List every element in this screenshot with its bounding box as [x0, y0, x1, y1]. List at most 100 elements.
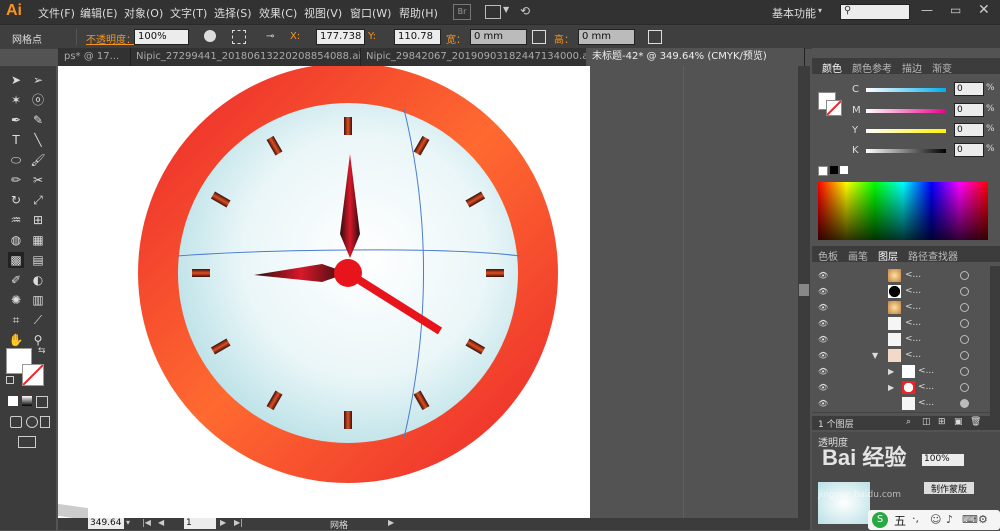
- tab-layers[interactable]: 图层: [878, 248, 898, 263]
- none-swatch[interactable]: [818, 166, 828, 176]
- vertical-scrollbar[interactable]: [798, 66, 810, 518]
- curvature-tool-icon[interactable]: ✎: [30, 112, 46, 128]
- slice-tool-icon[interactable]: ⟋: [30, 312, 46, 328]
- scroll-thumb[interactable]: [799, 284, 809, 296]
- none-mode-icon[interactable]: [36, 396, 48, 408]
- eye-icon[interactable]: 👁: [818, 351, 828, 360]
- height-field[interactable]: 0 mm: [578, 29, 635, 45]
- opacity-field[interactable]: 100%: [134, 29, 189, 45]
- recolor-icon[interactable]: [204, 30, 216, 42]
- menu-file[interactable]: 文件(F): [38, 5, 75, 21]
- gradient-mode-icon[interactable]: [22, 396, 32, 406]
- status-arrow-icon[interactable]: ▶: [388, 518, 394, 527]
- tab-document-1[interactable]: ps* @ 17...: [58, 48, 131, 66]
- ime-emoji-icon[interactable]: ☺: [930, 513, 941, 526]
- new-sublayer-icon[interactable]: ⊞: [938, 417, 946, 427]
- draw-normal-icon[interactable]: [10, 416, 22, 428]
- expand-down-icon[interactable]: ▼: [872, 351, 878, 360]
- layer-row[interactable]: 👁 ▼ <...: [812, 348, 990, 365]
- tab-pathfinder[interactable]: 路径查找器: [908, 248, 958, 263]
- color-mode-icon[interactable]: [8, 396, 18, 406]
- search-input[interactable]: ⚲: [840, 4, 910, 20]
- menu-edit[interactable]: 编辑(E): [80, 5, 118, 21]
- bridge-button[interactable]: Br: [453, 4, 471, 20]
- stroke-swatch[interactable]: [22, 364, 44, 386]
- slider-c[interactable]: [866, 88, 946, 92]
- workspace-chevron-icon[interactable]: ▾: [818, 6, 822, 15]
- ellipse-tool-icon[interactable]: ⬭: [8, 152, 24, 168]
- anchor-point-icon[interactable]: ⊸: [266, 31, 274, 42]
- ime-logo-icon[interactable]: S: [872, 512, 888, 528]
- target-icon[interactable]: [960, 271, 969, 280]
- canvas[interactable]: [58, 66, 798, 518]
- ime-voice-icon[interactable]: ♪: [946, 513, 953, 526]
- arrange-documents-icon[interactable]: [485, 5, 501, 19]
- menu-type[interactable]: 文字(T): [170, 5, 207, 21]
- shape-builder-tool-icon[interactable]: ◍: [8, 232, 24, 248]
- locate-object-icon[interactable]: ⌕: [906, 417, 911, 427]
- close-icon[interactable]: ✕: [978, 2, 990, 18]
- pen-tool-icon[interactable]: ✒: [8, 112, 24, 128]
- layers-scrollbar[interactable]: [990, 266, 1000, 416]
- slider-m[interactable]: [866, 109, 946, 113]
- magic-wand-tool-icon[interactable]: ✶: [8, 92, 24, 108]
- last-page-icon[interactable]: ▶|: [234, 518, 243, 527]
- type-tool-icon[interactable]: T: [8, 132, 24, 148]
- maximize-icon[interactable]: ▭: [950, 3, 961, 17]
- menu-select[interactable]: 选择(S): [214, 5, 252, 21]
- eye-icon[interactable]: 👁: [818, 335, 828, 344]
- chevron-down-icon[interactable]: ▼: [503, 5, 509, 14]
- eye-icon[interactable]: 👁: [818, 303, 828, 312]
- slider-k[interactable]: [866, 149, 946, 153]
- layer-row[interactable]: 👁 <...: [812, 396, 990, 413]
- ime-keyboard-icon[interactable]: ⌨: [962, 513, 978, 526]
- value-m[interactable]: 0: [954, 103, 984, 117]
- tab-stroke[interactable]: 描边: [902, 60, 922, 75]
- next-page-icon[interactable]: ▶: [220, 518, 226, 527]
- screen-mode-icon[interactable]: [18, 436, 36, 448]
- layer-row[interactable]: 👁 <...: [812, 332, 990, 349]
- expand-right-icon[interactable]: ▶: [888, 367, 894, 376]
- mesh-tool-icon[interactable]: ▩: [8, 252, 24, 268]
- menu-view[interactable]: 视图(V): [304, 5, 342, 21]
- eye-icon[interactable]: 👁: [818, 319, 828, 328]
- gradient-tool-icon[interactable]: ▤: [30, 252, 46, 268]
- scale-tool-icon[interactable]: ⤢: [30, 192, 46, 208]
- layer-row[interactable]: 👁 <...: [812, 300, 990, 317]
- warp-tool-icon[interactable]: ♒: [8, 212, 24, 228]
- tab-swatches[interactable]: 色板: [818, 248, 838, 263]
- minimize-icon[interactable]: —: [921, 3, 933, 17]
- tab-gradient[interactable]: 渐变: [932, 60, 952, 75]
- symbol-sprayer-tool-icon[interactable]: ✺: [8, 292, 24, 308]
- color-spectrum[interactable]: [818, 182, 988, 240]
- eye-icon[interactable]: 👁: [818, 271, 828, 280]
- ime-mode[interactable]: 五: [894, 512, 906, 529]
- new-layer-icon[interactable]: ▣: [954, 417, 963, 427]
- white-swatch[interactable]: [840, 166, 848, 174]
- draw-behind-icon[interactable]: [26, 416, 38, 428]
- x-field[interactable]: 177.738: [316, 29, 365, 45]
- draw-inside-icon[interactable]: [40, 416, 50, 428]
- ime-punctuation-icon[interactable]: ·,: [912, 512, 919, 525]
- target-icon[interactable]: [960, 351, 969, 360]
- layer-row[interactable]: 👁 ▶ <...: [812, 380, 990, 397]
- target-icon[interactable]: [960, 399, 969, 408]
- tab-document-3[interactable]: Nipic_29842067_20190903182447134000.ai*: [360, 48, 589, 66]
- eye-icon[interactable]: 👁: [818, 383, 828, 392]
- page-field[interactable]: 1: [184, 518, 216, 529]
- line-tool-icon[interactable]: ╲: [30, 132, 46, 148]
- clipping-mask-icon[interactable]: ◫: [922, 417, 931, 427]
- transparency-opacity[interactable]: 100%: [922, 454, 964, 466]
- width-field[interactable]: 0 mm: [470, 29, 527, 45]
- opacity-label[interactable]: 不透明度：: [86, 31, 136, 46]
- paintbrush-tool-icon[interactable]: 🖌: [30, 152, 46, 168]
- value-c[interactable]: 0: [954, 82, 984, 96]
- tab-document-active[interactable]: 未标题-42* @ 349.64% (CMYK/预览): [586, 48, 805, 66]
- workspace-switcher[interactable]: 基本功能: [772, 5, 816, 21]
- target-icon[interactable]: [960, 319, 969, 328]
- eye-icon[interactable]: 👁: [818, 367, 828, 376]
- direct-selection-tool-icon[interactable]: ➢: [30, 72, 46, 88]
- color-stroke-swatch[interactable]: [826, 100, 842, 116]
- rotate-tool-icon[interactable]: ↻: [8, 192, 24, 208]
- prev-page-icon[interactable]: ◀: [158, 518, 164, 527]
